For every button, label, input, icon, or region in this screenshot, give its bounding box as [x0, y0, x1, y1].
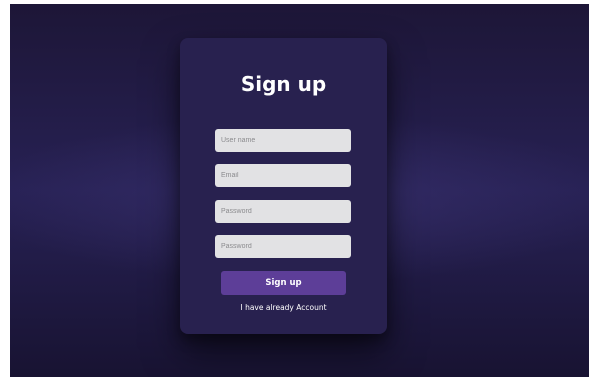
signup-button[interactable]: Sign up	[221, 271, 346, 295]
password-input[interactable]	[215, 200, 351, 223]
signup-card: Sign up Sign up I have already Account	[180, 38, 387, 334]
email-input[interactable]	[215, 164, 351, 187]
page-background: Sign up Sign up I have already Account	[10, 4, 589, 377]
confirm-password-input[interactable]	[215, 235, 351, 258]
username-input[interactable]	[215, 129, 351, 152]
already-have-account-link[interactable]: I have already Account	[180, 302, 387, 314]
form-title: Sign up	[240, 72, 327, 96]
